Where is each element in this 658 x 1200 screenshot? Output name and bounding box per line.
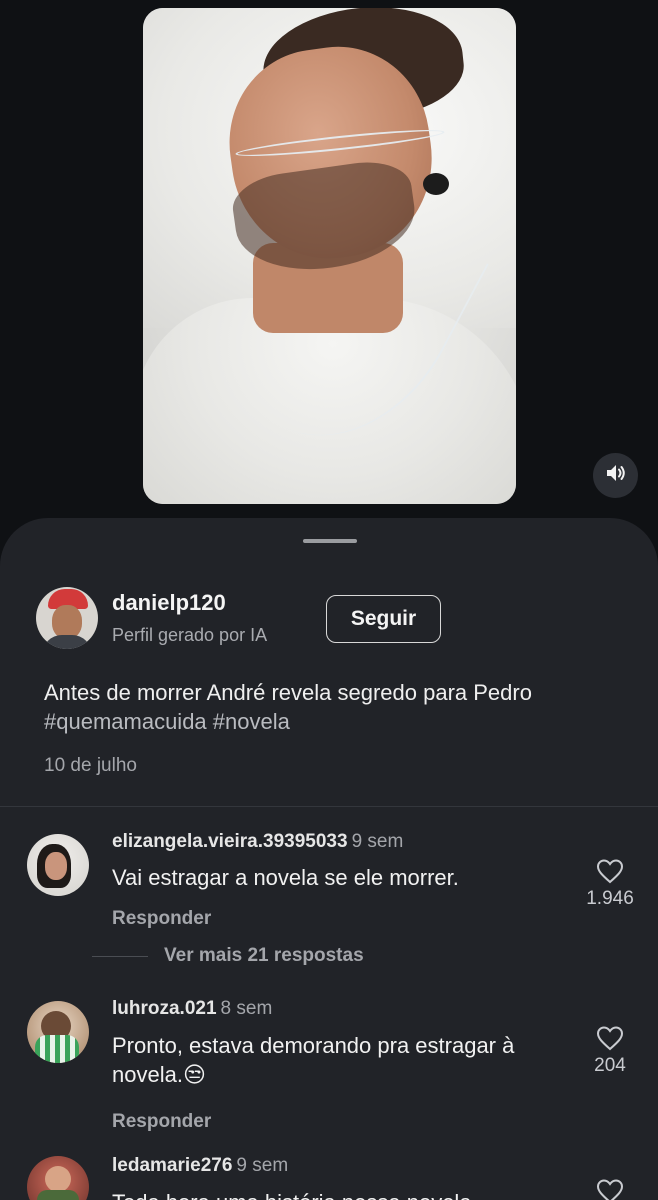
like-count: 204 bbox=[594, 1055, 626, 1076]
comment-username[interactable]: luhroza.021 bbox=[112, 998, 217, 1019]
reply-button[interactable]: Responder bbox=[112, 1111, 211, 1133]
author-subtitle: Perfil gerado por IA bbox=[112, 625, 268, 645]
replies-divider bbox=[92, 956, 148, 957]
comment-time: 9 sem bbox=[236, 1155, 289, 1176]
comment-time: 9 sem bbox=[351, 831, 404, 852]
divider bbox=[0, 806, 658, 807]
caption-hashtags[interactable]: #quemamacuida #novela bbox=[44, 709, 290, 734]
like-count: 1.946 bbox=[586, 888, 634, 909]
post-date: 10 de julho bbox=[44, 755, 137, 776]
reply-button[interactable]: Responder bbox=[112, 908, 211, 930]
comment-text: Toda hora uma história nessa novela bbox=[112, 1188, 582, 1200]
video-thumbnail-earbud bbox=[423, 173, 449, 195]
volume-icon bbox=[605, 463, 627, 488]
like-button[interactable] bbox=[580, 1178, 640, 1200]
post-caption: Antes de morrer André revela segredo par… bbox=[44, 678, 634, 736]
caption-text: Antes de morrer André revela segredo par… bbox=[44, 680, 532, 705]
comment-header: luhroza.021 8 sem bbox=[112, 998, 272, 1020]
comment-avatar[interactable] bbox=[27, 834, 89, 896]
video-player[interactable] bbox=[143, 8, 516, 504]
heart-icon bbox=[580, 1178, 640, 1200]
comment-text: Pronto, estava demorando pra estragar à … bbox=[112, 1033, 515, 1087]
like-button[interactable]: 204 bbox=[580, 1025, 640, 1077]
comment-text: Vai estragar a novela se ele morrer. bbox=[112, 865, 459, 890]
heart-icon bbox=[580, 1025, 640, 1051]
video-area bbox=[0, 0, 658, 540]
author-username[interactable]: danielp120 bbox=[112, 590, 226, 616]
view-more-replies-label[interactable]: Ver mais 21 respostas bbox=[164, 945, 364, 967]
author-avatar[interactable] bbox=[36, 587, 98, 649]
comment-header: elizangela.vieira.39395033 9 sem bbox=[112, 831, 403, 853]
comment-username[interactable]: elizangela.vieira.39395033 bbox=[112, 831, 348, 852]
post-author-row: danielp120 Perfil gerado por IA Seguir bbox=[36, 587, 636, 651]
comment-avatar[interactable] bbox=[27, 1001, 89, 1063]
comment-avatar[interactable] bbox=[27, 1156, 89, 1200]
comment-time: 8 sem bbox=[220, 998, 273, 1019]
heart-icon bbox=[580, 858, 640, 884]
like-button[interactable]: 1.946 bbox=[580, 858, 640, 910]
comments-sheet: danielp120 Perfil gerado por IA Seguir A… bbox=[0, 518, 658, 1200]
volume-button[interactable] bbox=[593, 453, 638, 498]
comment-header: ledamarie276 9 sem bbox=[112, 1155, 288, 1177]
sheet-drag-handle[interactable] bbox=[303, 539, 357, 543]
comment-username[interactable]: ledamarie276 bbox=[112, 1155, 232, 1176]
follow-button[interactable]: Seguir bbox=[326, 595, 441, 643]
